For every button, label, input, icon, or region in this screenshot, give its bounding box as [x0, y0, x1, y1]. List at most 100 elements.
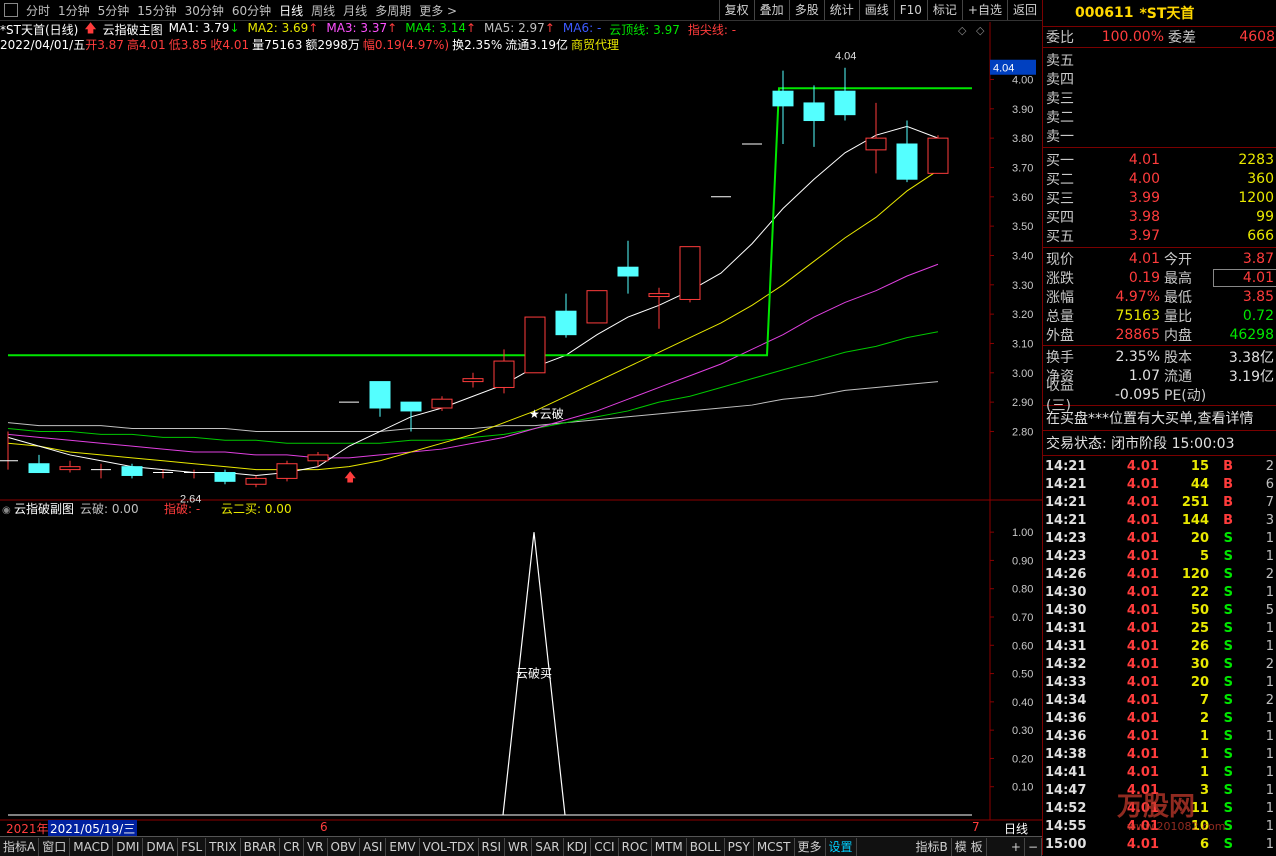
minus-icon[interactable]: −: [1025, 837, 1042, 856]
tick-count: 1: [1265, 584, 1274, 600]
stat-value: 75163: [1115, 307, 1160, 324]
indicator-tab-2[interactable]: MACD: [70, 837, 114, 856]
diamond-icon[interactable]: ◇: [958, 24, 967, 37]
indicator-tab-27[interactable]: 模 板: [952, 837, 987, 856]
stat-value: 3.38亿: [1228, 349, 1274, 366]
indicator-tab-1[interactable]: 窗口: [39, 837, 71, 856]
indicator-tab-25[interactable]: 设置: [826, 837, 857, 856]
buy-level-2[interactable]: 买二 4.00 360: [1043, 169, 1276, 188]
y-tick-label: 3.00: [1012, 368, 1033, 380]
indicator-tab-17[interactable]: KDJ: [564, 837, 592, 856]
tick-time: 14:33: [1045, 674, 1087, 690]
indicator-tab-21[interactable]: BOLL: [687, 837, 725, 856]
month-mark-6: 6: [320, 820, 328, 834]
collapse-icon[interactable]: ◉: [2, 505, 11, 516]
indicator-tab-9[interactable]: VR: [304, 837, 328, 856]
sub-y-tick-label: 0.60: [1012, 640, 1033, 652]
sell-level-2[interactable]: 卖二: [1043, 107, 1276, 126]
tick-time: 14:23: [1045, 530, 1087, 546]
quote-panel: 000611 *ST天首 委比 100.00% 委差 4608 卖五 卖四 卖三 卖二…: [1042, 0, 1276, 855]
indicator-tab-12[interactable]: EMV: [386, 837, 420, 856]
candle-body-down: [28, 463, 50, 474]
sell-level-1[interactable]: 卖一: [1043, 126, 1276, 145]
tick-row: 14:21 4.01 44 B 6: [1043, 475, 1276, 493]
tick-time: 14:32: [1045, 656, 1087, 672]
indicator-tab-0[interactable]: 指标A: [0, 837, 40, 856]
stat-value: 4.01: [1128, 250, 1160, 267]
indicator-tab-11[interactable]: ASI: [360, 837, 387, 856]
candle-body-down: [772, 90, 794, 107]
tick-time: 15:00: [1045, 836, 1087, 852]
indicator-tab-7[interactable]: BRAR: [241, 837, 281, 856]
indicator-tab-10[interactable]: OBV: [328, 837, 361, 856]
indicator-tab-19[interactable]: ROC: [619, 837, 652, 856]
sub-y-tick-label: 0.10: [1012, 782, 1033, 794]
tick-volume: 144: [1181, 512, 1209, 528]
tick-time: 14:36: [1045, 710, 1087, 726]
sub-indicator-name[interactable]: 云指破副图: [14, 501, 74, 516]
kline-chart[interactable]: 4.00 3.90 3.80 3.70 3.60 3.50 3.40 3.30 3.20 3.10…: [0, 0, 1042, 836]
big-order-notice[interactable]: 在买盘***位置有大买单,查看详情: [1043, 406, 1276, 431]
level-price: 4.01: [1128, 151, 1160, 168]
indicator-tab-5[interactable]: FSL: [178, 837, 207, 856]
tick-count: 6: [1265, 476, 1274, 492]
date-axis-bar: 2021年 2021/05/19/三 6 7 日线: [0, 820, 1042, 837]
tick-count: 1: [1265, 638, 1274, 654]
indicator-tab-8[interactable]: CR: [280, 837, 304, 856]
indicator-tab-22[interactable]: PSY: [725, 837, 754, 856]
tick-row: 14:21 4.01 15 B 2: [1043, 457, 1276, 475]
watermark-logo: 万股网: [1117, 792, 1196, 822]
sub-y-tick-label: 0.20: [1012, 753, 1033, 765]
tick-volume: 5: [1199, 548, 1209, 564]
tick-count: 1: [1265, 674, 1274, 690]
tick-count: 1: [1265, 836, 1274, 852]
cloud-break-buy-label: 云破买: [516, 666, 552, 681]
indicator-tab-18[interactable]: CCI: [591, 837, 619, 856]
tick-side: S: [1223, 620, 1233, 636]
tick-count: 3: [1265, 512, 1274, 528]
tick-side: S: [1223, 728, 1233, 744]
tick-row: 14:38 4.01 1 S 1: [1043, 745, 1276, 763]
close-icon[interactable]: ◇: [976, 24, 985, 37]
cursor-date: 2021/05/19/三: [48, 820, 138, 837]
indicator-tab-15[interactable]: WR: [505, 837, 533, 856]
buy-level-5[interactable]: 买五 3.97 666: [1043, 226, 1276, 245]
indicator-tab-3[interactable]: DMI: [113, 837, 144, 856]
candle-body-down: [369, 381, 391, 409]
indicator-tab-16[interactable]: SAR: [532, 837, 564, 856]
stat-value: 0.19: [1128, 269, 1160, 286]
buy-level-4[interactable]: 买四 3.98 99: [1043, 207, 1276, 226]
indicator-tab-13[interactable]: VOL-TDX: [420, 837, 479, 856]
sub-y-tick-label: 0.90: [1012, 555, 1033, 567]
stat-label: 涨跌: [1046, 270, 1074, 287]
tick-time: 14:21: [1045, 458, 1087, 474]
indicator-tab-23[interactable]: MCST: [754, 837, 795, 856]
tick-volume: 251: [1181, 494, 1209, 510]
indicator-tab-14[interactable]: RSI: [479, 837, 506, 856]
add-icon[interactable]: +: [1008, 837, 1025, 856]
stat-label: 流通: [1164, 368, 1192, 385]
stat-label: 股本: [1164, 349, 1192, 366]
cloud-break-signal: ★云破: [529, 406, 564, 421]
buy-level-3[interactable]: 买三 3.99 1200: [1043, 188, 1276, 207]
sell-level-3[interactable]: 卖三: [1043, 88, 1276, 107]
tick-time: 14:31: [1045, 620, 1087, 636]
y-tick-label: 3.70: [1012, 162, 1033, 174]
indicator-tab-6[interactable]: TRIX: [206, 837, 241, 856]
indicator-tab-26[interactable]: 指标B: [913, 837, 952, 856]
tick-row: 14:21 4.01 144 B 3: [1043, 511, 1276, 529]
sell-level-4[interactable]: 卖四: [1043, 69, 1276, 88]
buy-level-1[interactable]: 买一 4.01 2283: [1043, 150, 1276, 169]
indicator-tab-20[interactable]: MTM: [652, 837, 687, 856]
buy-arrow-icon: 🡅: [344, 470, 356, 484]
tick-price: 4.01: [1126, 620, 1159, 636]
indicator-tab-24[interactable]: 更多: [795, 837, 826, 856]
tick-side: S: [1223, 764, 1233, 780]
stat-value: 1.07: [1128, 367, 1160, 384]
level-price: 3.97: [1128, 227, 1160, 244]
tick-row: 14:26 4.01 120 S 2: [1043, 565, 1276, 583]
indicator-tab-4[interactable]: DMA: [143, 837, 179, 856]
tick-time: 14:30: [1045, 584, 1087, 600]
watermark-url: www.201082.com: [1127, 820, 1226, 833]
sell-level-5[interactable]: 卖五: [1043, 50, 1276, 69]
